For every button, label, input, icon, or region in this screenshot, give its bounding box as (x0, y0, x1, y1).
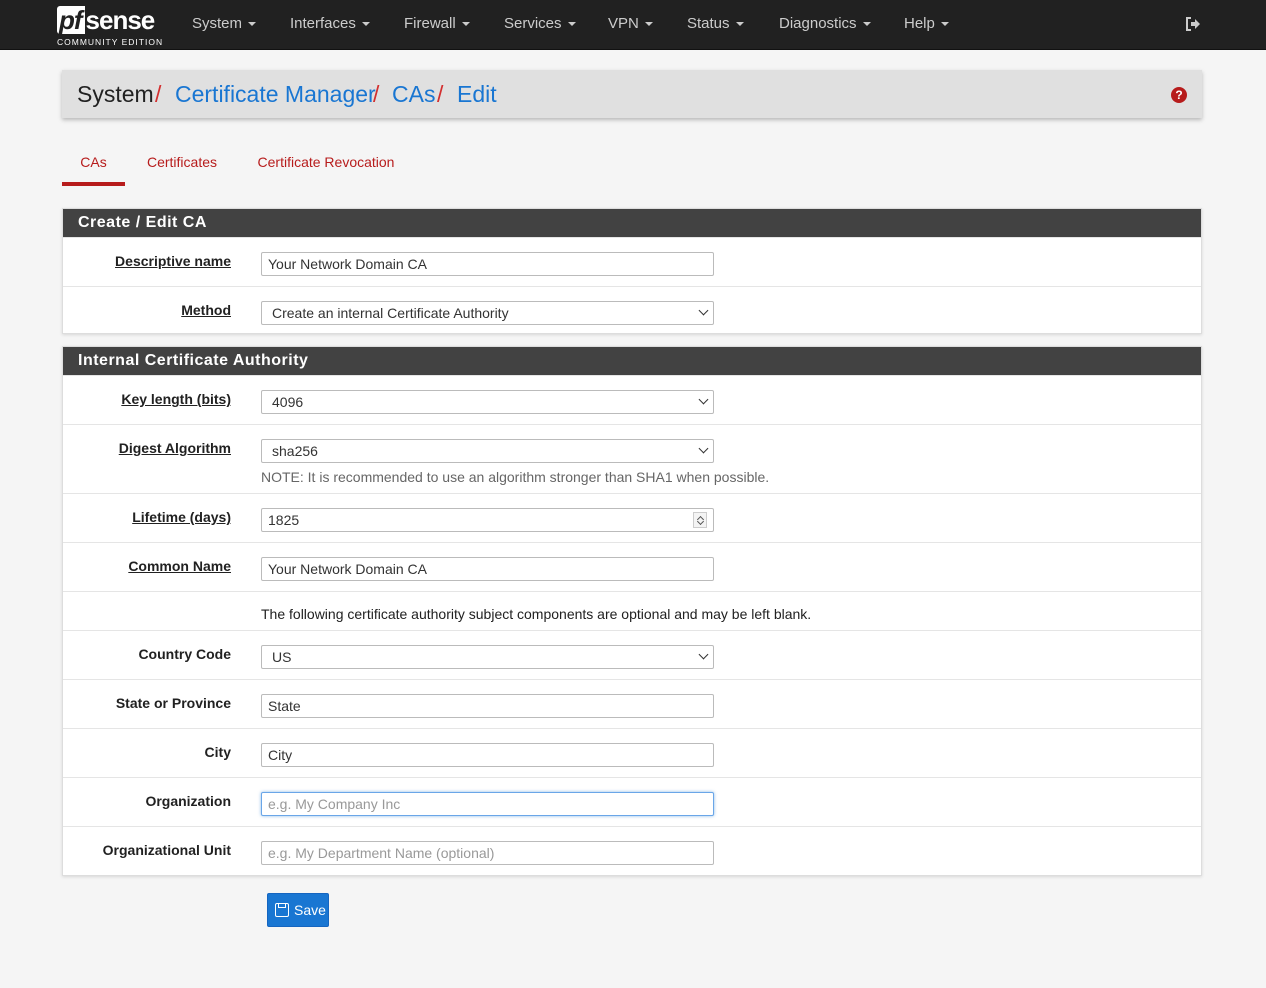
form-row-descriptive-name: Descriptive name Your Network Domain CA (63, 237, 1201, 286)
chevron-down-icon (698, 649, 709, 660)
breadcrumb-separator: / (373, 81, 380, 107)
organization-label: Organization (145, 793, 231, 809)
breadcrumb-separator: / (155, 81, 162, 107)
breadcrumb: System / Certificate Manager / CAs / Edi… (62, 70, 1202, 118)
lifetime-label: Lifetime (days) (132, 509, 231, 525)
state-input[interactable]: State (261, 694, 714, 718)
form-row-digest: Digest Algorithm sha256 NOTE: It is reco… (63, 424, 1201, 493)
save-button[interactable]: Save (267, 893, 329, 927)
logo-wordmark: pf sense (57, 5, 155, 35)
common-name-label: Common Name (128, 558, 231, 574)
form-row-state: State or Province State (63, 679, 1201, 728)
organization-input[interactable]: e.g. My Company Inc (261, 792, 714, 816)
tab-cas[interactable]: CAs (62, 148, 125, 186)
form-row-city: City City (63, 728, 1201, 777)
internal-ca-panel: Internal Certificate Authority Key lengt… (62, 346, 1202, 876)
caret-down-icon (940, 22, 949, 27)
form-row-country: Country Code US (63, 630, 1201, 679)
form-row-common-name: Common Name Your Network Domain CA (63, 542, 1201, 591)
chevron-down-icon (698, 394, 709, 405)
caret-down-icon (735, 22, 744, 27)
panel-title: Internal Certificate Authority (63, 347, 1201, 375)
digest-label: Digest Algorithm (118, 440, 231, 456)
country-code-label: Country Code (138, 646, 231, 662)
nav-diagnostics[interactable]: Diagnostics (779, 0, 871, 50)
city-label: City (204, 744, 231, 760)
caret-down-icon (461, 22, 470, 27)
caret-down-icon (862, 22, 871, 27)
nav-interfaces[interactable]: Interfaces (290, 0, 370, 50)
nav-firewall[interactable]: Firewall (404, 0, 470, 50)
descriptive-name-input[interactable]: Your Network Domain CA (261, 252, 714, 276)
form-row-method: Method Create an internal Certificate Au… (63, 286, 1201, 334)
caret-down-icon (248, 22, 257, 27)
logout-icon[interactable] (1184, 15, 1202, 33)
method-label: Method (181, 302, 231, 318)
descriptive-name-label: Descriptive name (115, 253, 231, 269)
top-navbar: pf sense COMMUNITY EDITION System Interfa… (0, 0, 1266, 50)
nav-services[interactable]: Services (504, 0, 576, 50)
form-row-key-length: Key length (bits) 4096 (63, 375, 1201, 424)
chevron-down-icon (698, 305, 709, 316)
form-row-organization: Organization e.g. My Company Inc (63, 777, 1201, 826)
state-label: State or Province (115, 695, 231, 711)
save-icon (275, 903, 289, 917)
number-spinner-icon[interactable] (693, 512, 707, 528)
nav-status[interactable]: Status (687, 0, 744, 50)
pfsense-logo[interactable]: pf sense COMMUNITY EDITION (57, 4, 167, 47)
country-code-select[interactable]: US (261, 645, 714, 669)
key-length-label: Key length (bits) (121, 391, 231, 407)
digest-note: NOTE: It is recommended to use an algori… (261, 469, 770, 485)
lifetime-input[interactable]: 1825 (261, 508, 714, 532)
nav-help[interactable]: Help (904, 0, 949, 50)
breadcrumb-separator: / (437, 81, 444, 107)
key-length-select[interactable]: 4096 (261, 390, 714, 414)
digest-select[interactable]: sha256 (261, 439, 714, 463)
caret-down-icon (644, 22, 653, 27)
org-unit-input[interactable]: e.g. My Department Name (optional) (261, 841, 714, 865)
breadcrumb-cas[interactable]: CAs (392, 81, 435, 107)
common-name-input[interactable]: Your Network Domain CA (261, 557, 714, 581)
nav-vpn[interactable]: VPN (608, 0, 653, 50)
method-select[interactable]: Create an internal Certificate Authority (261, 301, 714, 325)
form-row-lifetime: Lifetime (days) 1825 (63, 493, 1201, 542)
chevron-down-icon (698, 443, 709, 454)
logo-edition: COMMUNITY EDITION (57, 37, 164, 47)
tab-certificates[interactable]: Certificates (136, 148, 228, 186)
org-unit-label: Organizational Unit (102, 842, 231, 858)
breadcrumb-edit[interactable]: Edit (457, 81, 497, 107)
breadcrumb-certificate-manager[interactable]: Certificate Manager (175, 81, 376, 107)
create-edit-ca-panel: Create / Edit CA Descriptive name Your N… (62, 208, 1202, 334)
caret-down-icon (567, 22, 576, 27)
help-icon[interactable]: ? (1171, 87, 1187, 103)
nav-system[interactable]: System (192, 0, 257, 50)
tab-certificate-revocation[interactable]: Certificate Revocation (247, 148, 405, 186)
optional-components-note: The following certificate authority subj… (261, 606, 812, 622)
form-row-org-unit: Organizational Unit e.g. My Department N… (63, 826, 1201, 875)
panel-title: Create / Edit CA (63, 209, 1201, 237)
form-row-optional-note: The following certificate authority subj… (63, 591, 1201, 630)
caret-down-icon (361, 22, 370, 27)
city-input[interactable]: City (261, 743, 714, 767)
breadcrumb-system: System (77, 81, 154, 107)
